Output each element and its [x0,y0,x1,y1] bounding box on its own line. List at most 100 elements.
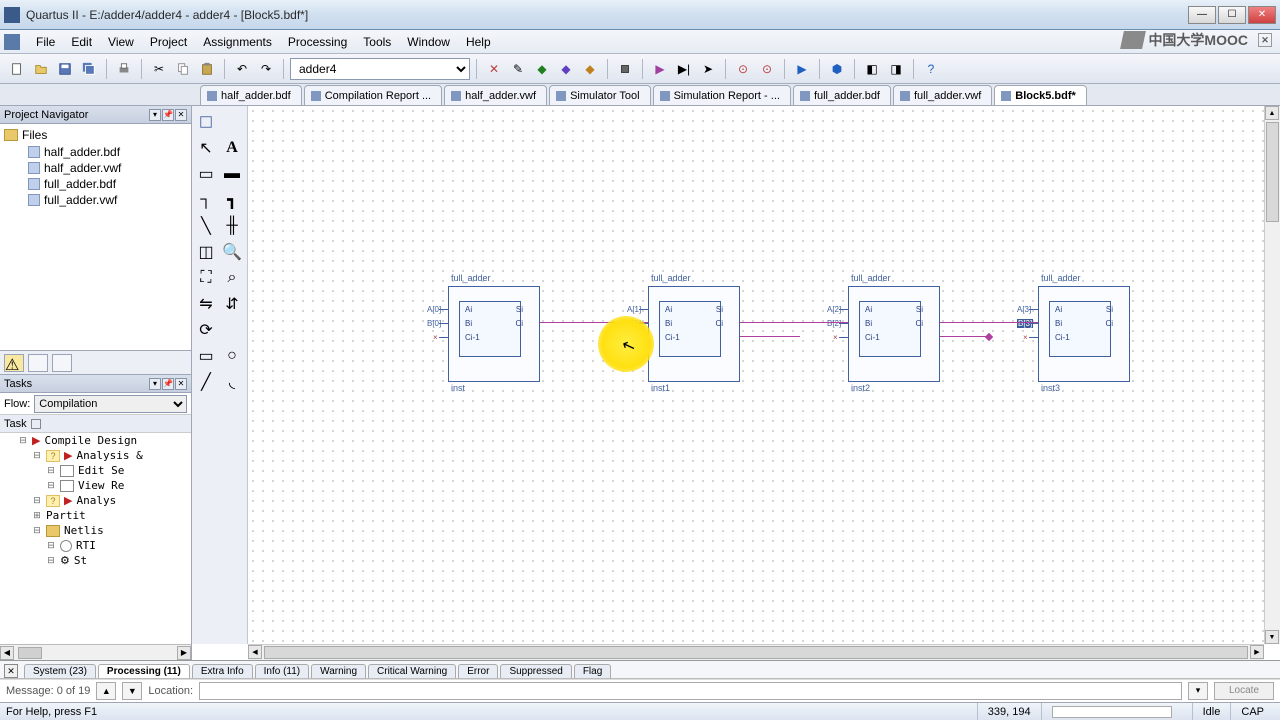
expander-icon[interactable]: ⊟ [32,450,42,461]
settings-x-button[interactable]: ✕ [483,58,505,80]
wire[interactable] [740,322,848,323]
msgtab-info--11-[interactable]: Info (11) [255,664,310,678]
msgtab-warning[interactable]: Warning [311,664,366,678]
maximize-button[interactable]: ☐ [1218,6,1246,24]
open-button[interactable] [30,58,52,80]
new-button[interactable] [6,58,28,80]
expander-icon[interactable]: ⊟ [46,480,56,491]
task-row[interactable]: ⊟Netlis [0,523,191,538]
design-tab-button[interactable] [52,354,72,372]
tool-oval-button[interactable]: ○ [220,344,244,368]
redo-button[interactable]: ↷ [255,58,277,80]
save-button[interactable] [54,58,76,80]
menu-edit[interactable]: Edit [63,33,100,51]
expander-icon[interactable]: ⊟ [46,540,56,551]
panel-close-button[interactable]: ✕ [175,109,187,121]
expander-icon[interactable]: ⊟ [32,525,42,536]
msgtab-system--23-[interactable]: System (23) [24,664,96,678]
tool-block-button[interactable] [194,110,218,134]
tab-block5-bdf-[interactable]: Block5.bdf* [994,85,1087,105]
tree-root-files[interactable]: Files [4,128,187,142]
chip-button[interactable] [614,58,636,80]
prog-button[interactable]: ⬢ [826,58,848,80]
tool-text-button[interactable]: A [220,136,244,160]
task-row[interactable]: ⊟RTI [0,538,191,553]
horizontal-scrollbar[interactable]: ◀ ▶ [248,644,1264,660]
files-tab-button[interactable] [28,354,48,372]
undo-button[interactable]: ↶ [231,58,253,80]
wire[interactable] [940,336,990,337]
tool-fullscreen-button[interactable]: ⛶ [194,266,218,290]
tasks-close-button[interactable]: ✕ [175,378,187,390]
timing-button[interactable]: ⊙ [732,58,754,80]
panel-menu-button[interactable]: ▾ [149,109,161,121]
save-all-button[interactable] [78,58,100,80]
tab-half-adder-vwf[interactable]: half_adder.vwf [444,85,547,105]
scroll-left-icon[interactable]: ◀ [0,646,14,660]
fitter-button[interactable]: ◆ [579,58,601,80]
tool-diag-line-button[interactable]: ╲ [194,214,218,238]
task-row[interactable]: ⊟?▶Analysis & [0,448,191,463]
location-input[interactable] [199,682,1182,700]
hscroll-thumb[interactable] [264,646,1248,659]
vertical-scrollbar[interactable]: ▲ ▼ [1264,106,1280,644]
msg-next-button[interactable]: ▼ [122,682,142,700]
expander-icon[interactable]: ⊟ [32,495,42,506]
wand-button[interactable]: ✎ [507,58,529,80]
tasks-pin-button[interactable]: 📌 [162,378,174,390]
flow-select[interactable]: Compilation [34,395,187,413]
play-icon[interactable]: ▶ [32,434,40,447]
q1-button[interactable]: ◧ [861,58,883,80]
file-item[interactable]: full_adder.vwf [4,192,187,208]
vscroll-thumb[interactable] [1266,122,1279,222]
file-item[interactable]: half_adder.bdf [4,144,187,160]
task-row[interactable]: ⊟▶Compile Design [0,433,191,448]
full-adder-block[interactable]: full_adderinstAiBiCi-1SiCiA[0]B[0]× [448,286,540,382]
task-row[interactable]: ⊟?▶Analys [0,493,191,508]
tool-rubber-button[interactable]: ◫ [194,240,218,264]
panel-pin-button[interactable]: 📌 [162,109,174,121]
menu-project[interactable]: Project [142,33,195,51]
task-row[interactable]: ⊟View Re [0,478,191,493]
print-button[interactable] [113,58,135,80]
expander-icon[interactable]: ⊟ [46,465,56,476]
tab-compilation-report----[interactable]: Compilation Report ... [304,85,442,105]
tool-fliph-button[interactable]: ⇋ [194,292,218,316]
task-list[interactable]: ⊟▶Compile Design⊟?▶Analysis &⊟Edit Se⊟Vi… [0,433,191,644]
project-select[interactable]: adder4 [290,58,470,80]
expander-icon[interactable]: ⊟ [46,555,56,566]
play-icon[interactable]: ▶ [64,494,72,507]
help-button[interactable]: ? [920,58,942,80]
msgtab-flag[interactable]: Flag [574,664,611,678]
scroll-down-icon[interactable]: ▼ [1265,630,1279,644]
menu-assignments[interactable]: Assignments [195,33,280,51]
scroll-thumb[interactable] [18,647,42,659]
timing2-button[interactable]: ⊙ [756,58,778,80]
tool-zoom-button[interactable]: 🔍 [220,240,244,264]
tab-half-adder-bdf[interactable]: half_adder.bdf [200,85,302,105]
goto-button[interactable]: ➤ [697,58,719,80]
menu-file[interactable]: File [28,33,63,51]
compile-button[interactable]: ◆ [531,58,553,80]
tool-select-button[interactable]: ↖ [194,136,218,160]
msgtab-critical-warning[interactable]: Critical Warning [368,664,456,678]
tool-symbol-button[interactable]: ▭ [194,162,218,186]
scroll-right-icon[interactable]: ▶ [1250,645,1264,659]
canvas[interactable]: full_adderinstAiBiCi-1SiCiA[0]B[0]×full_… [248,106,1264,644]
copy-button[interactable] [172,58,194,80]
menu-help[interactable]: Help [458,33,499,51]
q2-button[interactable]: ◨ [885,58,907,80]
scroll-right-icon[interactable]: ▶ [177,646,191,660]
tool-arc-button[interactable]: ◟ [220,370,244,394]
run-button[interactable]: ▶ [791,58,813,80]
msgtab-suppressed[interactable]: Suppressed [500,664,571,678]
tasks-menu-button[interactable]: ▾ [149,378,161,390]
wire[interactable] [940,322,1038,323]
msgtab-processing--11-[interactable]: Processing (11) [98,664,190,678]
expander-icon[interactable]: ⊞ [32,510,42,521]
file-item[interactable]: full_adder.bdf [4,176,187,192]
mdi-close-button[interactable]: ✕ [1258,33,1272,47]
msgtab-extra-info[interactable]: Extra Info [192,664,253,678]
close-button[interactable]: ✕ [1248,6,1276,24]
minimize-button[interactable]: — [1188,6,1216,24]
